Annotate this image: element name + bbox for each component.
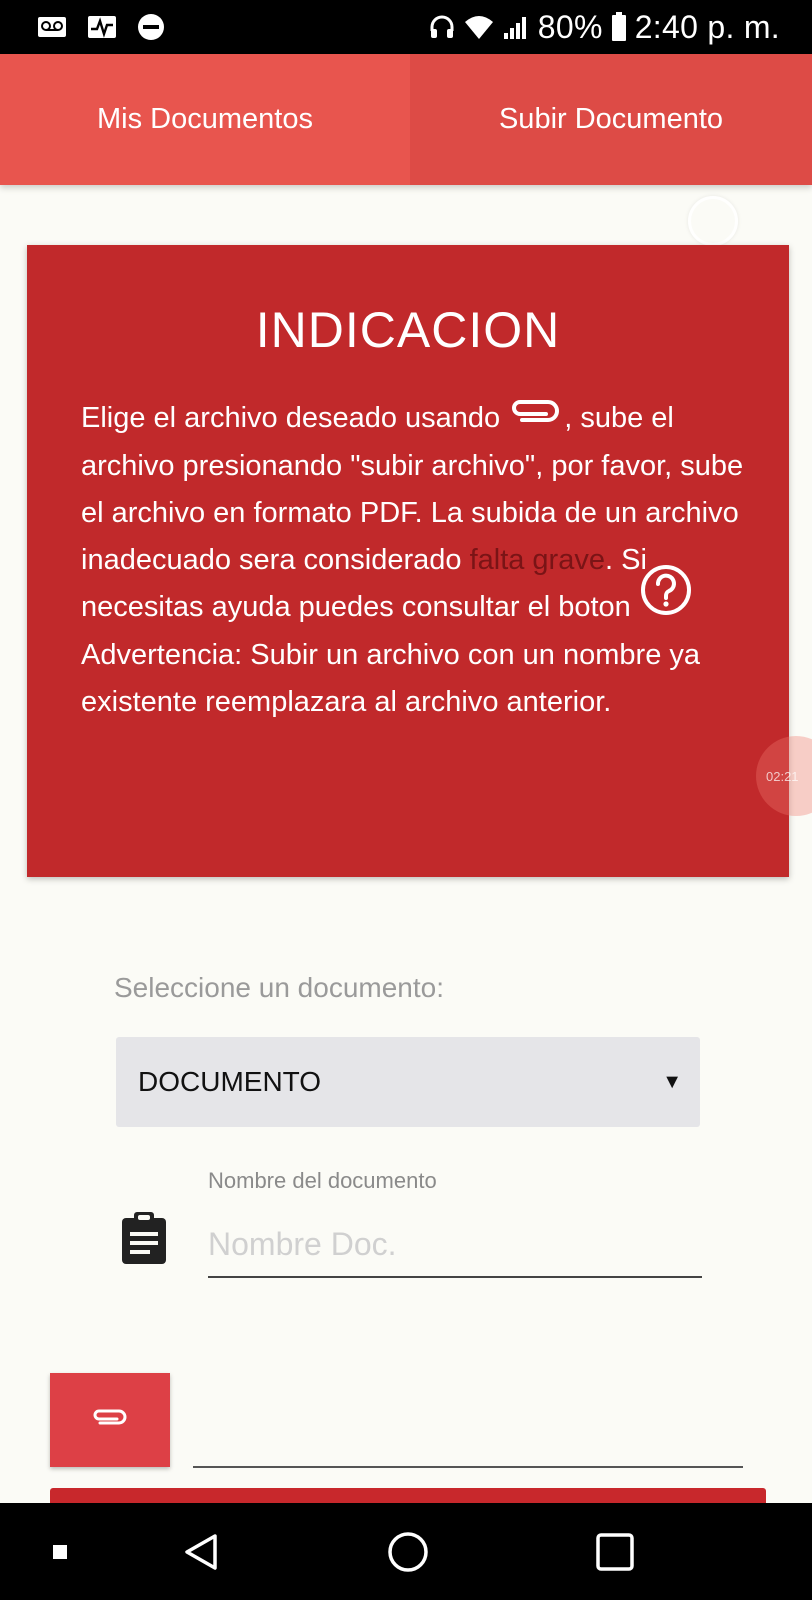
instruction-card: INDICACION Elige el archivo deseado usan… bbox=[27, 245, 789, 877]
card-title: INDICACION bbox=[255, 302, 561, 358]
home-icon[interactable] bbox=[383, 1503, 433, 1600]
navigation-bar bbox=[0, 1503, 812, 1600]
attach-file-button[interactable] bbox=[50, 1373, 170, 1467]
back-icon[interactable] bbox=[176, 1503, 226, 1600]
dropdown-arrow-icon: ▼ bbox=[662, 1070, 682, 1093]
help-icon bbox=[639, 564, 693, 632]
voicemail-icon bbox=[36, 12, 68, 42]
tab-label: Mis Documentos bbox=[97, 103, 313, 135]
timer-text: 02:21 bbox=[766, 768, 799, 784]
card-body: Elige el archivo deseado usando , sube e… bbox=[81, 395, 761, 726]
clock: 2:40 p. m. bbox=[634, 8, 780, 45]
warning-text: Advertencia: Subir un archivo con un nom… bbox=[81, 638, 701, 718]
document-name-label: Nombre del documento bbox=[208, 1168, 437, 1193]
tab-label: Subir Documento bbox=[498, 103, 724, 135]
status-indicators: 80% 2:40 p. m. bbox=[428, 0, 780, 54]
do-not-disturb-icon bbox=[135, 12, 167, 42]
headphones-icon bbox=[428, 13, 456, 41]
document-select[interactable]: DOCUMENTO ▼ bbox=[116, 1037, 700, 1127]
highlight-falta-grave: falta grave bbox=[469, 543, 605, 576]
recents-dot-icon[interactable] bbox=[45, 1503, 75, 1600]
scroll-indicator bbox=[688, 196, 738, 246]
activity-icon bbox=[86, 12, 118, 42]
tab-subir-documento[interactable]: Subir Documento bbox=[410, 54, 812, 185]
instruction-text-1: Elige el archivo deseado usando bbox=[81, 402, 509, 434]
signal-icon bbox=[502, 13, 530, 41]
overview-icon[interactable] bbox=[590, 1503, 640, 1600]
tab-bar: Mis Documentos Subir Documento bbox=[0, 54, 812, 185]
select-value: DOCUMENTO bbox=[138, 1066, 322, 1097]
select-label: Seleccione un documento: bbox=[114, 972, 444, 1003]
battery-percent: 80% bbox=[537, 8, 603, 45]
paperclip-icon bbox=[508, 396, 564, 443]
document-name-input[interactable] bbox=[208, 1212, 702, 1278]
paperclip-icon bbox=[90, 1407, 130, 1434]
status-bar: 80% 2:40 p. m. bbox=[0, 0, 812, 54]
selected-file-field[interactable] bbox=[193, 1466, 743, 1468]
clipboard-icon bbox=[120, 1212, 168, 1271]
tab-mis-documentos[interactable]: Mis Documentos bbox=[0, 54, 410, 185]
battery-icon bbox=[611, 12, 627, 42]
wifi-icon bbox=[464, 14, 494, 40]
